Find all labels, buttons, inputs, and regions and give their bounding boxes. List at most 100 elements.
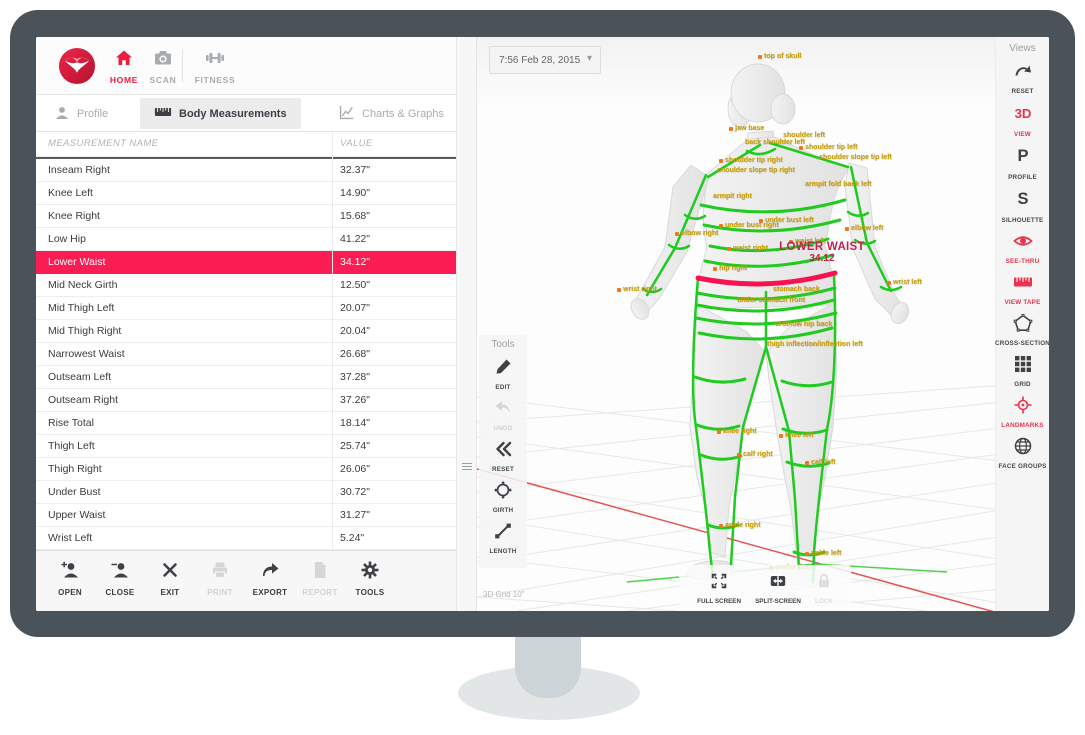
tool-undo-button: UNDO [479, 398, 527, 432]
scan-date-value: 7:56 Feb 28, 2015 [499, 55, 580, 66]
landmarks-icon [1013, 395, 1033, 420]
view-view3d-button[interactable]: 3DVIEW [996, 102, 1049, 138]
table-row[interactable]: Thigh Left25.74" [36, 435, 456, 458]
measurement-value: 41.22" [340, 228, 370, 250]
tool-length-button[interactable]: LENGTH [479, 521, 527, 555]
measurement-value: 32.37" [340, 159, 370, 181]
scan-date-dropdown[interactable]: 7:56 Feb 28, 2015 ▾ [489, 46, 601, 74]
nav-fitness[interactable]: FITNESS [190, 48, 240, 85]
print-label: PRINT [207, 588, 233, 597]
undo-label: UNDO [493, 425, 512, 432]
splitscreen-icon [769, 572, 787, 595]
table-row[interactable]: Wrist Left5.24" [36, 527, 456, 550]
measurement-name: Under Bust [48, 481, 101, 503]
export-icon [260, 560, 280, 585]
nav-scan[interactable]: SCAN [141, 48, 185, 85]
table-row[interactable]: Narrowest Waist26.68" [36, 343, 456, 366]
panel-splitter[interactable] [456, 37, 477, 611]
value-header: VALUE [340, 138, 373, 149]
table-row[interactable]: Mid Thigh Right20.04" [36, 320, 456, 343]
length-label: LENGTH [489, 548, 516, 555]
3d-viewport[interactable]: top of skulljaw baseshoulder leftback sh… [477, 37, 1049, 611]
measurement-value: 26.06" [340, 458, 370, 480]
table-row[interactable]: Low Hip41.22" [36, 228, 456, 251]
measurement-value: 14.90" [340, 182, 370, 204]
app-window: HOME SCAN FITNESS Profile [36, 37, 1049, 611]
table-row[interactable]: Rise Total18.14" [36, 412, 456, 435]
nav-home[interactable]: HOME [102, 48, 146, 85]
view-silhouette-button[interactable]: S SILHOUETTE [996, 188, 1049, 224]
tools-label: TOOLS [356, 588, 385, 597]
measurement-name: Thigh Left [48, 435, 95, 457]
tab-body-measurements[interactable]: Body Measurements [140, 98, 301, 129]
grid-scale-label: 3D Grid 10" [483, 590, 525, 599]
view-viewreset-button[interactable]: RESET [996, 61, 1049, 95]
table-row[interactable]: Mid Thigh Left20.07" [36, 297, 456, 320]
fullscreen-label: FULL SCREEN [697, 598, 741, 605]
view3d-label: VIEW [1014, 131, 1031, 138]
silhouette-label: SILHOUETTE [1002, 217, 1044, 224]
table-row[interactable]: Knee Right15.68" [36, 205, 456, 228]
table-row[interactable]: Lower Waist34.12" [36, 251, 456, 274]
close-icon [110, 560, 130, 585]
lock-icon [815, 572, 833, 595]
table-row[interactable]: Outseam Left37.28" [36, 366, 456, 389]
report-label: REPORT [302, 588, 337, 597]
nav-home-label: HOME [102, 75, 146, 85]
tab-charts-graphs[interactable]: Charts & Graphs [338, 102, 444, 126]
tool-girth-button[interactable]: GIRTH [479, 480, 527, 514]
open-label: OPEN [58, 588, 82, 597]
girth-label: GIRTH [493, 507, 514, 514]
nav-divider [182, 50, 183, 82]
table-row[interactable]: Knee Left 14.90" [36, 182, 456, 205]
seethru-icon [1013, 231, 1033, 256]
table-row[interactable]: Thigh Right 26.06" [36, 458, 456, 481]
view-crosssection-button[interactable]: CROSS-SECTION [996, 313, 1049, 347]
views-panel-title: Views [996, 43, 1049, 54]
girth-icon [493, 480, 513, 505]
splitscreen-button[interactable]: SPLIT-SCREEN [755, 572, 801, 605]
open-button[interactable]: OPEN [48, 560, 92, 597]
exit-label: EXIT [161, 588, 180, 597]
exit-button[interactable]: EXIT [148, 560, 192, 597]
person-icon [54, 105, 70, 124]
app-logo-icon [58, 47, 96, 85]
export-button[interactable]: EXPORT [248, 560, 292, 597]
table-row[interactable]: Upper Waist31.27" [36, 504, 456, 527]
table-row[interactable]: Inseam Right32.37" [36, 159, 456, 182]
gridbtn-label: GRID [1014, 381, 1031, 388]
measurement-name: Mid Neck Girth [48, 274, 117, 296]
view-landmarks-button[interactable]: LANDMARKS [996, 395, 1049, 429]
home-icon [114, 55, 134, 72]
tools-button[interactable]: TOOLS [348, 560, 392, 597]
measurement-name: Knee Right [48, 205, 100, 227]
silhouette-icon: S [1012, 188, 1034, 215]
nav-scan-label: SCAN [141, 75, 185, 85]
svg-text:P: P [1017, 147, 1028, 165]
view-facegroups-button[interactable]: FACE GROUPS [996, 436, 1049, 470]
tool-resettool-button[interactable]: RESET [479, 439, 527, 473]
measurement-value: 37.28" [340, 366, 370, 388]
lock-label: LOCK [815, 598, 833, 605]
measurement-name: Thigh Right [48, 458, 102, 480]
close-button[interactable]: CLOSE [98, 560, 142, 597]
view-gridbtn-button[interactable]: GRID [996, 354, 1049, 388]
view-seethru-button[interactable]: SEE-THRU [996, 231, 1049, 265]
table-row[interactable]: Outseam Right37.26" [36, 389, 456, 412]
report-button: REPORT [298, 560, 342, 597]
measurement-value: 12.50" [340, 274, 370, 296]
measurement-name: Knee Left [48, 182, 93, 204]
view-viewtape-button[interactable]: VIEW TAPE [996, 272, 1049, 306]
tab-profile[interactable]: Profile [54, 102, 108, 126]
3d-scene [477, 37, 1049, 611]
edit-label: EDIT [495, 384, 510, 391]
tab-body-measurements-label: Body Measurements [179, 108, 287, 120]
tool-edit-button[interactable]: EDIT [479, 357, 527, 391]
table-row[interactable]: Under Bust30.72" [36, 481, 456, 504]
fullscreen-button[interactable]: FULL SCREEN [697, 572, 741, 605]
splitter-grip-icon[interactable] [462, 463, 472, 472]
measurements-table[interactable]: Inseam Right32.37"Knee Left14.90"Knee Ri… [36, 159, 456, 550]
table-row[interactable]: Mid Neck Girth 12.50" [36, 274, 456, 297]
print-icon [210, 560, 230, 585]
view-profileview-button[interactable]: PPROFILE [996, 145, 1049, 181]
